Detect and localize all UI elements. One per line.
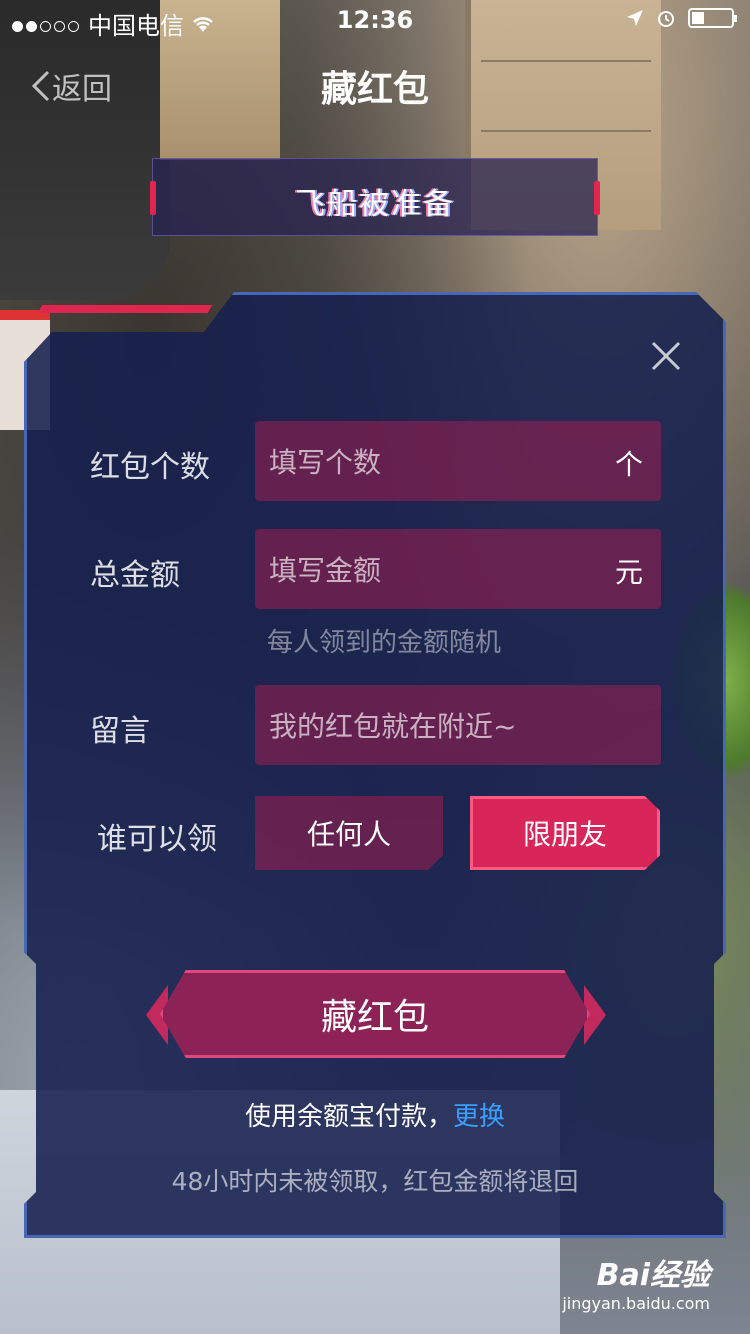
count-label: 红包个数: [90, 450, 210, 485]
amount-field[interactable]: 元: [255, 529, 661, 611]
status-banner: 飞船被准备: [150, 158, 600, 236]
change-payment-link[interactable]: 更换: [453, 1102, 505, 1132]
payment-line: 使用余额宝付款，更换: [0, 1096, 750, 1133]
banner-text: 飞船被准备: [295, 187, 455, 222]
close-icon[interactable]: [648, 338, 684, 374]
page-title: 藏红包: [320, 69, 429, 110]
option-friends-only[interactable]: 限朋友: [470, 796, 660, 870]
count-input[interactable]: [267, 421, 571, 503]
amount-label: 总金额: [90, 558, 180, 593]
refund-notice: 48小时内未被领取，红包金额将退回: [171, 1167, 579, 1196]
message-input[interactable]: [267, 685, 651, 767]
location-icon: [627, 10, 643, 26]
message-label: 留言: [90, 714, 150, 749]
status-bar: 中国电信 12:36: [0, 0, 750, 40]
watermark-brand: Bai经验: [596, 1258, 710, 1293]
background-chair: [0, 0, 170, 300]
message-field[interactable]: [255, 685, 661, 767]
option-anyone[interactable]: 任何人: [255, 796, 443, 870]
count-field[interactable]: 个: [255, 421, 661, 503]
amount-hint: 每人领到的金额随机: [267, 628, 502, 658]
amount-input[interactable]: [267, 529, 571, 611]
payment-text: 使用余额宝付款，: [244, 1102, 453, 1132]
panel-accent: [37, 305, 213, 313]
hide-redpacket-button[interactable]: 藏红包: [160, 970, 590, 1058]
who-label: 谁可以领: [97, 822, 217, 857]
watermark-url: jingyan.baidu.com: [562, 1294, 710, 1313]
count-unit: 个: [614, 448, 643, 481]
amount-unit: 元: [614, 556, 643, 589]
nav-bar: 返回 藏红包: [0, 50, 750, 120]
battery-icon: [688, 8, 737, 28]
watermark: Bai经验 jingyan.baidu.com: [562, 1250, 710, 1313]
alarm-icon: [658, 11, 674, 27]
